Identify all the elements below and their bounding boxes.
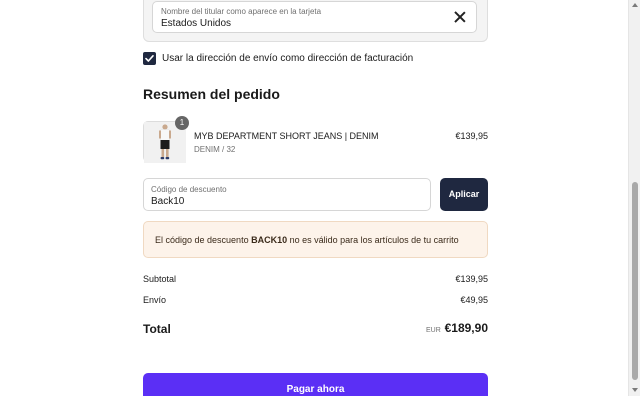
- discount-code-label: Código de descuento: [151, 185, 227, 194]
- vertical-scrollbar[interactable]: [628, 0, 640, 396]
- shipping-label: Envío: [143, 295, 167, 305]
- card-holder-label: Nombre del titular como aparece en la ta…: [161, 7, 322, 16]
- discount-code-field[interactable]: Código de descuento Back10: [143, 178, 431, 211]
- card-holder-field[interactable]: Nombre del titular como aparece en la ta…: [152, 1, 477, 33]
- order-summary-title: Resumen del pedido: [143, 86, 280, 102]
- total-label: Total: [143, 322, 171, 336]
- error-code: BACK10: [251, 235, 288, 245]
- apply-discount-button[interactable]: Aplicar: [440, 178, 488, 211]
- scroll-down-arrow-icon[interactable]: [632, 388, 638, 392]
- card-holder-value: Estados Unidos: [161, 18, 232, 29]
- total-value: €189,90: [444, 321, 488, 335]
- product-name: MYB DEPARTMENT SHORT JEANS | DENIM: [194, 131, 379, 141]
- close-icon[interactable]: [453, 10, 467, 24]
- discount-error-alert: El código de descuento BACK10 no es váli…: [143, 221, 488, 258]
- error-suffix: no es válido para los artículos de tu ca…: [287, 235, 459, 245]
- product-variant: DENIM / 32: [194, 145, 236, 154]
- total-currency: EUR: [426, 327, 441, 334]
- product-price: €139,95: [455, 131, 488, 141]
- error-prefix: El código de descuento: [155, 235, 252, 245]
- use-shipping-label[interactable]: Usar la dirección de envío como direcció…: [162, 53, 413, 64]
- checkout-page: Nombre del titular como aparece en la ta…: [0, 0, 628, 396]
- pay-now-button[interactable]: Pagar ahora: [143, 373, 488, 396]
- discount-code-value[interactable]: Back10: [151, 196, 184, 207]
- use-shipping-checkbox[interactable]: [143, 52, 156, 65]
- quantity-badge: 1: [175, 116, 189, 130]
- discount-error-text: El código de descuento BACK10 no es váli…: [155, 235, 459, 245]
- shipping-value: €49,95: [460, 295, 488, 305]
- subtotal-label: Subtotal: [143, 274, 177, 284]
- scroll-up-arrow-icon[interactable]: [632, 3, 638, 7]
- checkmark-icon: [145, 55, 154, 62]
- subtotal-value: €139,95: [455, 274, 488, 284]
- scrollbar-thumb[interactable]: [632, 182, 638, 380]
